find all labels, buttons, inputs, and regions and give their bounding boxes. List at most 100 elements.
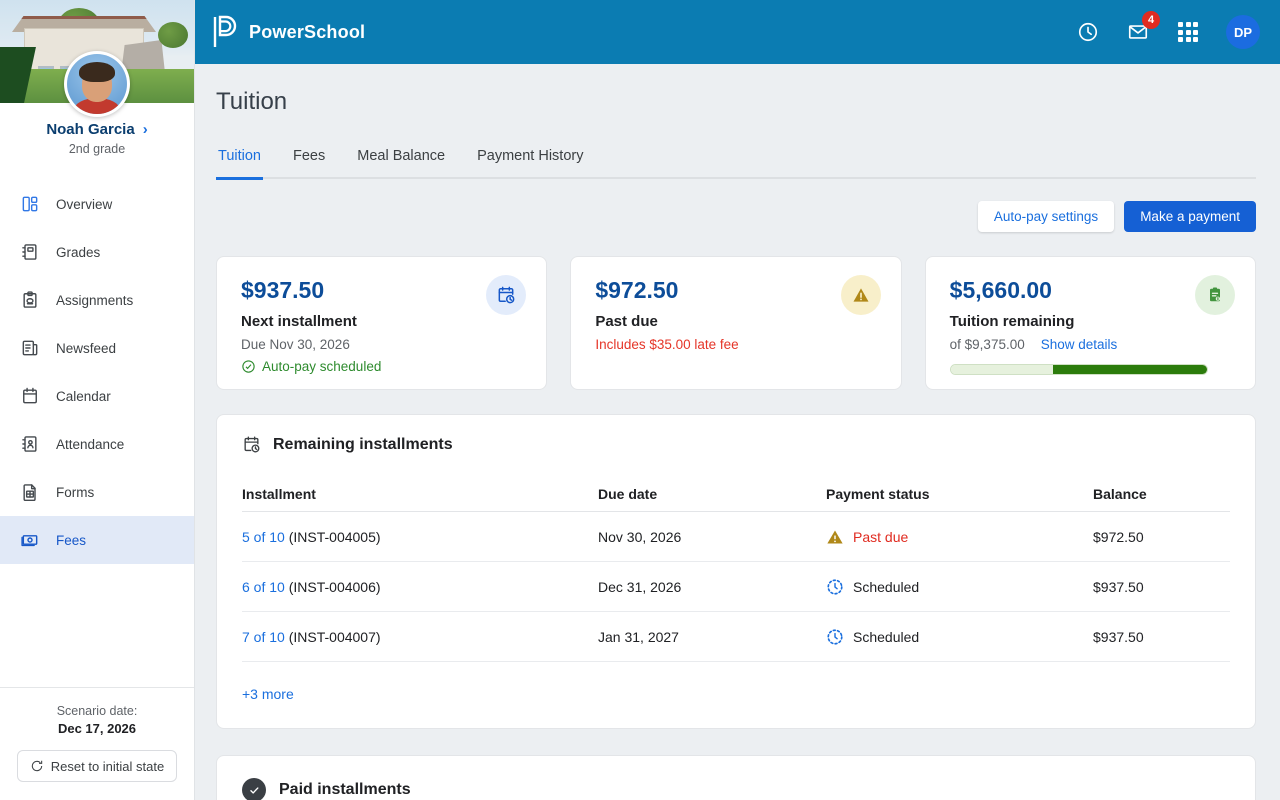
tuition-remaining-amount: $5,660.00 [950,277,1231,304]
next-installment-due: Due Nov 30, 2026 [241,337,522,352]
installment-link[interactable]: 6 of 10 [242,579,285,595]
forms-icon [20,482,40,502]
calendar-clock-badge [486,275,526,315]
installment-code: (INST-004005) [289,529,381,545]
brand-name: PowerSchool [249,22,365,43]
installment-code: (INST-004006) [289,579,381,595]
reset-button-label: Reset to initial state [51,759,164,774]
apps-button[interactable] [1176,20,1200,44]
due-date-cell: Dec 31, 2026 [598,579,826,595]
sidebar-item-calendar[interactable]: Calendar [0,372,194,420]
installment-code: (INST-004007) [289,629,381,645]
balance-cell: $972.50 [1093,529,1230,545]
scheduled-clock-icon [826,628,844,646]
app-window: Noah Garcia › 2nd grade Overview Grades [0,0,1280,800]
warning-badge [841,275,881,315]
col-payment-status: Payment status [826,486,1093,502]
assignments-icon [20,290,40,310]
calendar-icon [20,386,40,406]
show-more-link[interactable]: +3 more [242,686,294,702]
tuition-progress-remaining [1053,365,1207,374]
balance-cell: $937.50 [1093,579,1230,595]
table-row: 5 of 10 (INST-004005) Nov 30, 2026 Past … [242,512,1230,562]
newsfeed-icon [20,338,40,358]
autopay-status-label: Auto-pay scheduled [262,359,381,374]
sidebar-item-grades[interactable]: Grades [0,228,194,276]
past-due-amount: $972.50 [595,277,876,304]
sidebar-item-fees[interactable]: Fees [0,516,194,564]
next-installment-label: Next installment [241,313,522,330]
past-due-card: $972.50 Past due Includes $35.00 late fe… [570,256,901,390]
tuition-progress-paid [951,365,1053,374]
autopay-status: Auto-pay scheduled [241,359,522,374]
installment-link[interactable]: 5 of 10 [242,529,285,545]
balance-cell: $937.50 [1093,629,1230,645]
sidebar-item-assignments[interactable]: Assignments [0,276,194,324]
paid-installments-card: Paid installments [216,755,1256,800]
unread-badge: 4 [1142,11,1160,29]
actions-row: Auto-pay settings Make a payment [216,201,1256,232]
table-row: 6 of 10 (INST-004006) Dec 31, 2026 Sched… [242,562,1230,612]
fees-icon [20,530,40,550]
student-photo-hair [79,62,115,82]
scenario-panel: Scenario date: Dec 17, 2026 Reset to ini… [0,687,194,800]
tuition-remaining-card: $5,660.00 Tuition remaining of $9,375.00… [925,256,1256,390]
student-avatar[interactable] [64,51,130,117]
clock-icon [1077,21,1099,43]
clock-button[interactable] [1076,20,1100,44]
tuition-remaining-label: Tuition remaining [950,313,1231,330]
due-date-cell: Jan 31, 2027 [598,629,826,645]
warning-icon [826,529,844,545]
table-header-row: Installment Due date Payment status Bala… [242,476,1230,512]
autopay-settings-button[interactable]: Auto-pay settings [978,201,1114,232]
top-app-bar: PowerSchool 4 [195,0,1280,64]
student-grade: 2nd grade [14,142,180,156]
sidebar-item-label: Fees [56,533,86,548]
sidebar-item-label: Newsfeed [56,341,116,356]
status-label: Past due [853,529,908,545]
status-cell: Past due [826,529,1093,545]
reset-button[interactable]: Reset to initial state [17,750,177,782]
col-balance: Balance [1093,486,1230,502]
tuition-total: of $9,375.00 [950,337,1025,352]
sidebar-item-forms[interactable]: Forms [0,468,194,516]
overview-icon [20,194,40,214]
col-installment: Installment [242,486,598,502]
scheduled-clock-icon [826,578,844,596]
student-name: Noah Garcia [46,121,134,138]
table-row: 7 of 10 (INST-004007) Jan 31, 2027 Sched… [242,612,1230,662]
tab-meal-balance[interactable]: Meal Balance [355,148,447,179]
sidebar-item-attendance[interactable]: Attendance [0,420,194,468]
col-due-date: Due date [598,486,826,502]
sidebar-item-newsfeed[interactable]: Newsfeed [0,324,194,372]
summary-cards: $937.50 Next installment Due Nov 30, 202… [216,256,1256,390]
tab-fees[interactable]: Fees [291,148,327,179]
messages-button[interactable]: 4 [1126,20,1150,44]
status-label: Scheduled [853,629,919,645]
tab-payment-history[interactable]: Payment History [475,148,585,179]
sidebar-item-overview[interactable]: Overview [0,180,194,228]
make-payment-button[interactable]: Make a payment [1124,201,1256,232]
check-circle-icon [241,359,256,374]
user-avatar[interactable]: DP [1226,15,1260,49]
tree-decoration [158,22,188,48]
installment-link[interactable]: 7 of 10 [242,629,285,645]
remaining-installments-card: Remaining installments Installment Due d… [216,414,1256,729]
sidebar-item-label: Overview [56,197,112,212]
refresh-icon [30,759,44,773]
tuition-progress-bar [950,364,1208,375]
apps-grid-icon [1178,22,1198,42]
chevron-right-icon[interactable]: › [143,121,148,138]
status-cell: Scheduled [826,578,1093,596]
sidebar-item-label: Assignments [56,293,133,308]
show-details-link[interactable]: Show details [1041,337,1118,352]
main-content: Tuition Tuition Fees Meal Balance Paymen… [195,64,1280,800]
sidebar-nav: Overview Grades Assignments Newsfeed [0,180,194,564]
remaining-installments-heading: Remaining installments [273,436,453,454]
next-installment-card: $937.50 Next installment Due Nov 30, 202… [216,256,547,390]
check-icon [248,784,261,797]
calendar-clock-icon [242,435,261,454]
student-photo [67,54,127,114]
tab-tuition[interactable]: Tuition [216,148,263,180]
brand[interactable]: PowerSchool [209,15,365,49]
